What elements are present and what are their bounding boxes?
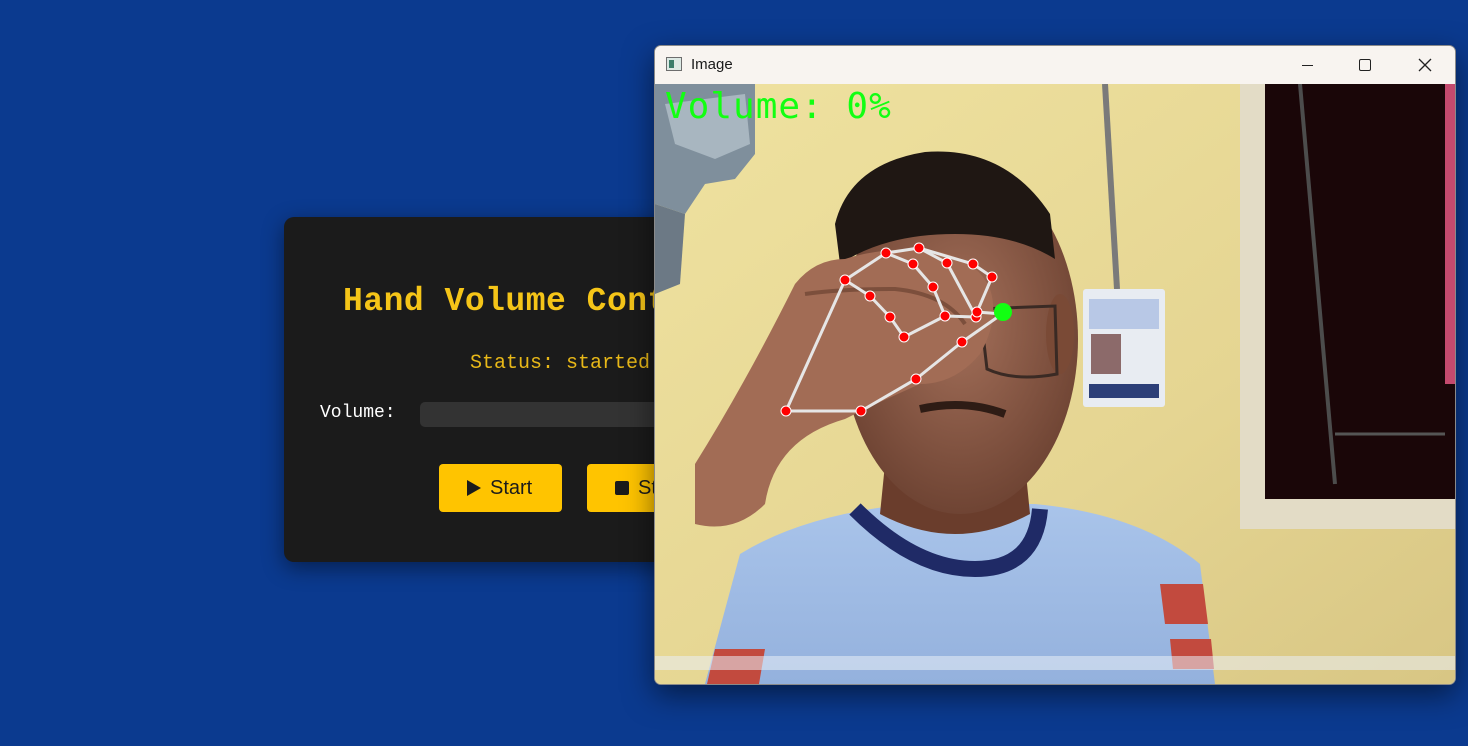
webcam-image [655,84,1455,684]
image-window[interactable]: Image Volume: 0% [654,45,1456,685]
hand-volume-panel: Hand Volume Control Status: started Volu… [284,217,728,562]
landmark-point [913,242,925,254]
landmark-point [941,257,953,269]
landmark-point [927,281,939,293]
landmark-point [910,373,922,385]
landmark-point [839,274,851,286]
landmark-point [864,290,876,302]
window-app-icon [666,57,682,71]
landmark-point [898,331,910,343]
play-icon [467,480,481,496]
landmark-point [967,258,979,270]
landmark-point [939,310,951,322]
volume-label: Volume: [320,403,396,423]
landmark-point [971,306,983,318]
start-button-label: Start [490,476,533,499]
landmark-point [780,405,792,417]
volume-overlay-text: Volume: 0% [665,86,892,127]
minimize-button[interactable] [1278,46,1336,84]
landmark-point [880,247,892,259]
landmark-point [907,258,919,270]
stop-icon [615,481,629,495]
landmark-point [884,311,896,323]
start-button[interactable]: Start [439,464,562,512]
landmark-point [855,405,867,417]
landmark-point [956,336,968,348]
volume-progress-bar [420,402,680,427]
maximize-icon [1359,59,1371,71]
status-text: Status: started [470,352,651,375]
landmark-point [986,271,998,283]
pinch-marker [994,303,1012,321]
window-title: Image [691,56,733,73]
maximize-button[interactable] [1336,46,1394,84]
close-button[interactable] [1396,46,1454,84]
minimize-icon [1301,64,1313,66]
camera-frame: Volume: 0% [655,84,1455,684]
close-icon [1418,58,1432,72]
window-titlebar[interactable]: Image [655,46,1455,84]
